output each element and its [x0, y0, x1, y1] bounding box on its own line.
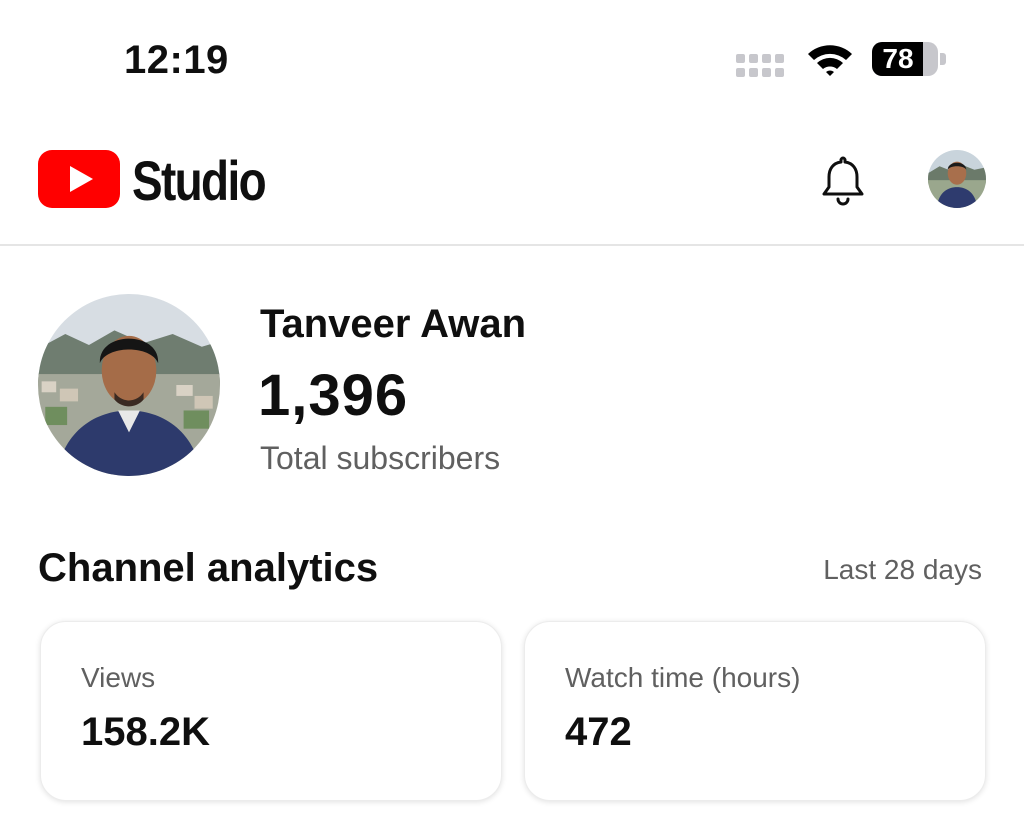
- subscriber-label: Total subscribers: [260, 440, 501, 476]
- notification-bell-icon[interactable]: [820, 154, 866, 206]
- watch-time-card[interactable]: Watch time (hours) 472: [524, 621, 986, 801]
- battery-level: 78: [882, 43, 914, 74]
- card-value: 158.2K: [81, 710, 210, 754]
- section-title: Channel analytics: [38, 546, 379, 590]
- card-label: Views: [81, 662, 156, 693]
- app-name: Studio: [132, 149, 267, 212]
- youtube-logo-icon: [38, 150, 120, 208]
- status-bar: 12:19 78: [0, 0, 1024, 120]
- period-label: Last 28 days: [823, 554, 982, 585]
- battery-icon: 78: [872, 42, 948, 78]
- cellular-signal-icon: [736, 54, 792, 80]
- channel-avatar[interactable]: [38, 294, 220, 476]
- wifi-icon: [808, 45, 852, 76]
- app-header: Studio: [0, 120, 1024, 246]
- views-card[interactable]: Views 158.2K: [40, 621, 502, 801]
- status-time: 12:19: [124, 38, 229, 82]
- subscriber-count: 1,396: [258, 363, 409, 428]
- account-avatar[interactable]: [928, 150, 986, 208]
- card-label: Watch time (hours): [565, 662, 801, 693]
- channel-name: Tanveer Awan: [260, 302, 527, 346]
- card-value: 472: [565, 710, 632, 754]
